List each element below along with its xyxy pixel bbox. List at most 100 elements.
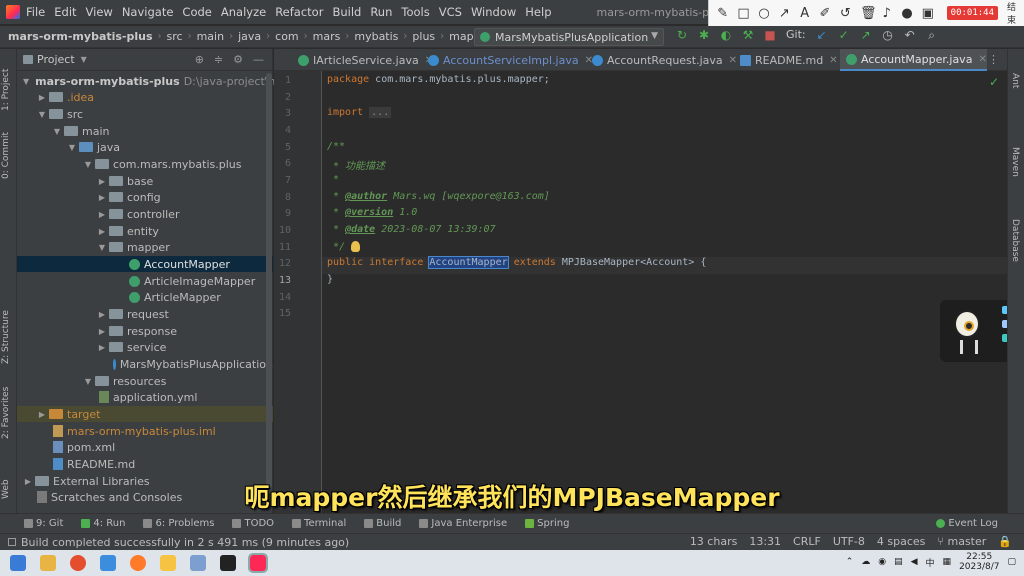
git-update-icon[interactable]: ↙: [816, 29, 828, 41]
git-branch[interactable]: ⑂ master: [937, 535, 986, 548]
menu-edit[interactable]: Edit: [54, 5, 76, 19]
file-explorer-icon[interactable]: [40, 555, 56, 571]
tree-item-project-root[interactable]: ▼ mars-orm-mybatis-plus D:\java-project\m: [17, 73, 279, 89]
cloud-icon[interactable]: ☁: [861, 557, 870, 567]
rerun-icon[interactable]: ↻: [676, 29, 688, 41]
tree-item-application-class[interactable]: MarsMybatisPlusApplication: [17, 356, 273, 372]
tool-window-favorites[interactable]: 2: Favorites: [1, 387, 11, 439]
code-editor[interactable]: package com.mars.mybatis.plus.mapper; im…: [322, 71, 1007, 513]
file-encoding[interactable]: UTF-8: [833, 535, 865, 548]
menu-window[interactable]: Window: [471, 5, 516, 19]
app-icon[interactable]: [130, 555, 146, 571]
tool-problems[interactable]: 6: Problems: [143, 518, 214, 529]
tray-app-icon[interactable]: ▦: [943, 557, 952, 567]
menu-code[interactable]: Code: [182, 5, 211, 19]
menu-build[interactable]: Build: [332, 5, 361, 19]
tree-item-mapper[interactable]: ▼ mapper: [17, 239, 273, 255]
tree-item-article-mapper[interactable]: ArticleMapper: [17, 289, 273, 305]
app-icon[interactable]: [190, 555, 206, 571]
build-icon[interactable]: ⚒: [742, 29, 754, 41]
clock[interactable]: 22:55 2023/8/7: [959, 552, 999, 572]
arrow-icon[interactable]: ↗: [779, 6, 790, 21]
search-icon[interactable]: ⌕: [926, 29, 938, 41]
menu-view[interactable]: View: [86, 5, 113, 19]
menu-analyze[interactable]: Analyze: [221, 5, 266, 19]
line-separator[interactable]: CRLF: [793, 535, 821, 548]
tab-accountmapper[interactable]: AccountMapper.java ✕: [840, 49, 987, 71]
breadcrumb-mybatis[interactable]: mybatis: [354, 30, 398, 43]
tool-window-project[interactable]: 1: Project: [1, 69, 11, 111]
menu-tools[interactable]: Tools: [401, 5, 429, 19]
menu-run[interactable]: Run: [370, 5, 392, 19]
tab-accountserviceimpl[interactable]: AccountServiceImpl.java ✕: [422, 49, 593, 71]
app-icon[interactable]: [100, 555, 116, 571]
stop-icon[interactable]: ■: [764, 29, 776, 41]
tree-item-resources[interactable]: ▼ resources: [17, 373, 273, 389]
gear-icon[interactable]: ⚙: [233, 53, 243, 66]
marker-icon[interactable]: ✐: [819, 6, 831, 21]
breadcrumb-src[interactable]: src: [167, 30, 183, 43]
camera-icon[interactable]: ▣: [922, 6, 934, 21]
tool-build[interactable]: Build: [364, 518, 401, 529]
tool-window-maven[interactable]: Maven: [1010, 147, 1020, 177]
undo-icon[interactable]: ↺: [840, 6, 851, 21]
network-icon[interactable]: ▤: [894, 557, 903, 567]
coverage-icon[interactable]: ◐: [720, 29, 732, 41]
tool-todo[interactable]: TODO: [232, 518, 274, 529]
volume-icon[interactable]: ♪: [881, 6, 892, 21]
intellij-app-icon[interactable]: [248, 553, 268, 573]
tool-run[interactable]: 4: Run: [81, 518, 125, 529]
indent-setting[interactable]: 4 spaces: [877, 535, 926, 548]
square-icon[interactable]: □: [737, 6, 749, 21]
tree-item-idea[interactable]: ▶ .idea: [17, 89, 273, 105]
close-icon[interactable]: ✕: [829, 55, 837, 66]
menu-navigate[interactable]: Navigate: [122, 5, 174, 19]
locate-icon[interactable]: ⊕: [195, 53, 204, 66]
git-commit-icon[interactable]: ✓: [838, 29, 850, 41]
tab-iarticleservice[interactable]: IArticleService.java✕: [292, 49, 433, 71]
end-recording-button[interactable]: 结束: [1007, 0, 1024, 26]
hide-icon[interactable]: —: [253, 53, 264, 66]
pen-icon[interactable]: ✎: [717, 6, 728, 21]
breadcrumb-java[interactable]: java: [238, 30, 261, 43]
lightbulb-icon[interactable]: [351, 241, 361, 252]
notifications-icon[interactable]: ▢: [1007, 557, 1016, 567]
tree-item-src[interactable]: ▼ src: [17, 106, 273, 122]
tree-item-readme[interactable]: README.md: [17, 456, 273, 472]
tree-item-account-mapper[interactable]: AccountMapper: [17, 256, 273, 272]
ime-icon[interactable]: 中: [926, 556, 935, 569]
project-panel-title[interactable]: Project: [37, 53, 75, 66]
selected-identifier[interactable]: AccountMapper: [428, 256, 509, 269]
tree-item-entity[interactable]: ▶ entity: [17, 223, 273, 239]
run-configuration-select[interactable]: MarsMybatisPlusApplication ▼: [474, 28, 664, 46]
rollback-icon[interactable]: ↶: [904, 29, 916, 41]
tree-item-iml[interactable]: mars-orm-mybatis-plus.iml: [17, 423, 273, 439]
folded-imports[interactable]: ...: [369, 107, 392, 118]
tree-item-request[interactable]: ▶ request: [17, 306, 273, 322]
chevron-down-icon[interactable]: ▼: [81, 55, 87, 64]
tab-accountrequest[interactable]: AccountRequest.java ✕: [586, 49, 737, 71]
circle-icon[interactable]: ○: [758, 6, 769, 21]
tool-window-database[interactable]: Database: [1010, 219, 1020, 262]
terminal-app-icon[interactable]: [220, 555, 236, 571]
tray-chevron-icon[interactable]: ⌃: [846, 557, 854, 567]
tree-item-target[interactable]: ▶ target: [17, 406, 273, 422]
tree-item-application-yml[interactable]: application.yml: [17, 389, 273, 405]
mic-icon[interactable]: ●: [901, 6, 912, 21]
tab-readme[interactable]: README.md ✕: [734, 49, 838, 71]
windows-start-icon[interactable]: [10, 555, 26, 571]
trash-icon[interactable]: 🗑: [860, 6, 877, 21]
tool-spring[interactable]: Spring: [525, 518, 569, 529]
tree-item-service[interactable]: ▶ service: [17, 339, 273, 355]
tool-terminal[interactable]: Terminal: [292, 518, 346, 529]
close-icon[interactable]: ✕: [978, 54, 986, 65]
status-toggle-icon[interactable]: [8, 538, 16, 546]
menu-vcs[interactable]: VCS: [439, 5, 462, 19]
breadcrumb-project[interactable]: mars-orm-mybatis-plus: [8, 30, 153, 43]
tree-item-base[interactable]: ▶ base: [17, 173, 273, 189]
tool-java-enterprise[interactable]: Java Enterprise: [419, 518, 507, 529]
chrome-icon[interactable]: [70, 555, 86, 571]
breadcrumb-com[interactable]: com: [275, 30, 299, 43]
debug-icon[interactable]: ✱: [698, 29, 710, 41]
event-log-button[interactable]: Event Log: [936, 518, 998, 529]
